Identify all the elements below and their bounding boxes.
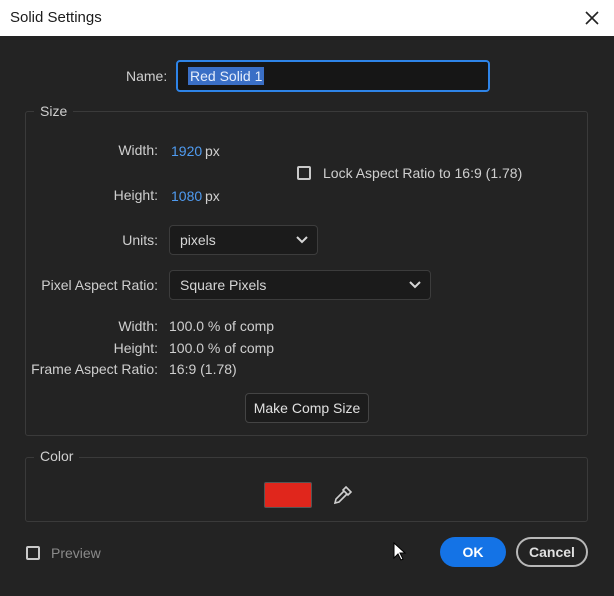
frame-aspect-label: Frame Aspect Ratio:	[31, 361, 158, 377]
comp-width-label: Width:	[118, 318, 158, 334]
comp-width-value: 100.0 % of comp	[169, 318, 275, 334]
ok-button[interactable]: OK	[440, 537, 506, 567]
units-dropdown-value: pixels	[180, 232, 216, 248]
color-swatch[interactable]	[264, 482, 312, 508]
width-label: Width:	[118, 142, 158, 158]
height-label: Height:	[113, 187, 158, 203]
comp-height-label: Height:	[113, 340, 158, 356]
frame-aspect-value: 16:9 (1.78)	[169, 361, 237, 377]
units-label: Units:	[122, 232, 158, 248]
name-input-value: Red Solid 1	[188, 67, 265, 85]
mouse-cursor-icon	[393, 542, 407, 561]
preview-label: Preview	[51, 545, 101, 561]
preview-checkbox[interactable]	[26, 546, 40, 560]
close-icon[interactable]	[580, 6, 604, 30]
width-value[interactable]: 1920	[171, 143, 202, 159]
name-label: Name:	[126, 68, 168, 84]
make-comp-size-button[interactable]: Make Comp Size	[245, 393, 369, 423]
par-dropdown-value: Square Pixels	[180, 277, 267, 293]
height-unit: px	[205, 188, 220, 204]
width-unit: px	[205, 143, 220, 159]
title-bar: Solid Settings	[0, 0, 614, 36]
color-group-title: Color	[34, 448, 80, 464]
size-group-title: Size	[34, 103, 74, 119]
par-dropdown[interactable]: Square Pixels	[169, 270, 431, 300]
height-value[interactable]: 1080	[171, 188, 202, 204]
comp-height-value: 100.0 % of comp	[169, 340, 275, 356]
cancel-button[interactable]: Cancel	[516, 537, 588, 567]
name-input[interactable]: Red Solid 1	[176, 60, 490, 92]
eyedropper-icon[interactable]	[332, 484, 354, 506]
lock-aspect-label: Lock Aspect Ratio to 16:9 (1.78)	[323, 165, 523, 181]
chevron-down-icon	[296, 236, 308, 244]
dialog-body: Name: Red Solid 1 Size Width: 1920 px He…	[0, 36, 614, 596]
chevron-down-icon	[409, 281, 421, 289]
units-dropdown[interactable]: pixels	[169, 225, 318, 255]
window-title: Solid Settings	[10, 9, 102, 26]
par-label: Pixel Aspect Ratio:	[41, 277, 158, 293]
lock-aspect-checkbox[interactable]	[297, 166, 311, 180]
